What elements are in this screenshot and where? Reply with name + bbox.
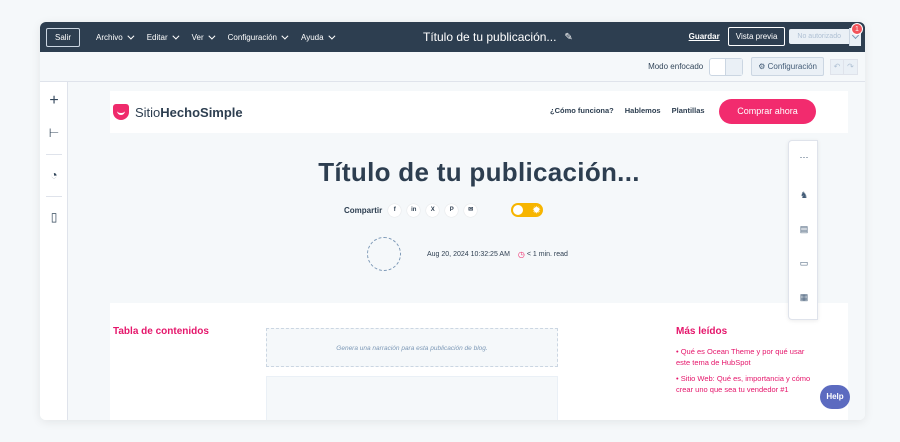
share-bar: Compartir f in X P ✉ ✹ xyxy=(344,203,544,217)
narration-placeholder[interactable]: Genera una narración para esta publicaci… xyxy=(266,328,558,367)
config-button[interactable]: ⚙ Configuración xyxy=(751,57,824,76)
sidebar-divider xyxy=(46,154,62,155)
post-title[interactable]: Título de tu publicación... xyxy=(110,157,848,188)
menu-ayuda[interactable]: Ayuda xyxy=(301,32,335,42)
read-time: < 1 min. read xyxy=(526,251,568,258)
editor-window: Salir Archivo Editar Ver Configuración A… xyxy=(40,22,865,420)
menu-bar: Archivo Editar Ver Configuración Ayuda xyxy=(96,32,348,42)
facebook-icon[interactable]: f xyxy=(388,203,402,217)
menu-editar[interactable]: Editar xyxy=(146,32,180,42)
logo-bold: HechoSimple xyxy=(160,104,243,120)
post-meta: Aug 20, 2024 10:32:25 AM ◷ < 1 min. read xyxy=(427,250,568,259)
editor-canvas: SitioHechoSimple ¿Cómo funciona? Hablemo… xyxy=(68,82,865,420)
theme-toggle[interactable]: ✹ xyxy=(511,203,544,217)
list-item[interactable]: • Sitio Web: Qué es, importancia y cómo … xyxy=(676,373,816,395)
left-sidebar: + ⊢ ◔ ▯ xyxy=(40,82,68,420)
blog-page-preview: SitioHechoSimple ¿Cómo funciona? Hablemo… xyxy=(110,91,848,420)
menu-ver[interactable]: Ver xyxy=(191,32,216,42)
logo-icon xyxy=(113,104,129,120)
toc-title: Tabla de contenidos xyxy=(113,326,209,337)
gear-icon: ⚙ xyxy=(758,62,766,71)
optimize-gauge-icon[interactable]: ◔ xyxy=(47,168,61,182)
site-nav: ¿Cómo funciona? Hablemos Plantillas xyxy=(550,106,716,115)
sun-icon: ✹ xyxy=(532,205,541,215)
help-button[interactable]: Help xyxy=(820,385,850,409)
nav-como-funciona[interactable]: ¿Cómo funciona? xyxy=(550,106,614,115)
share-label: Compartir xyxy=(344,205,383,215)
structure-icon[interactable]: ⊢ xyxy=(47,126,61,140)
most-read-link: Qué es Ocean Theme y por qué usar este t… xyxy=(676,347,805,367)
logo-regular: Sitio xyxy=(135,104,161,120)
post-hero: Título de tu publicación... Compartir f … xyxy=(110,133,848,303)
toggle-knob xyxy=(513,205,524,215)
post-title-field[interactable]: Título de tu publicación... ✎ xyxy=(423,30,573,44)
schedule-icon[interactable]: ▦ xyxy=(798,291,810,303)
notification-badge: 1 xyxy=(851,23,863,35)
page-icon[interactable]: ▯ xyxy=(47,210,61,224)
menu-archivo[interactable]: Archivo xyxy=(96,32,135,42)
post-date: Aug 20, 2024 10:32:25 AM xyxy=(427,251,510,258)
editor-topbar: Salir Archivo Editar Ver Configuración A… xyxy=(40,22,865,52)
redo-icon[interactable]: ↷ xyxy=(844,58,858,75)
chevron-down-icon xyxy=(171,32,180,40)
focus-mode-toggle[interactable] xyxy=(709,57,744,76)
site-logo[interactable]: SitioHechoSimple xyxy=(135,105,243,120)
list-item[interactable]: • Qué es Ocean Theme y por qué usar este… xyxy=(676,346,816,368)
site-header: SitioHechoSimple ¿Cómo funciona? Hablemo… xyxy=(110,91,848,133)
preview-button[interactable]: Vista previa xyxy=(727,27,786,46)
pinterest-icon[interactable]: P xyxy=(445,203,459,217)
focus-mode-label: Modo enfocado xyxy=(648,62,704,71)
post-title-text: Título de tu publicación... xyxy=(423,30,557,44)
exit-button[interactable]: Salir xyxy=(46,27,81,47)
nav-hablemos[interactable]: Hablemos xyxy=(625,106,661,115)
sidebar-divider xyxy=(46,196,62,197)
nav-plantillas[interactable]: Plantillas xyxy=(672,106,705,115)
right-tool-rail: ⋯ ♞ ▤ ▭ ▦ xyxy=(788,140,818,320)
email-icon[interactable]: ✉ xyxy=(464,203,478,217)
pencil-icon[interactable]: ✎ xyxy=(564,32,572,43)
feedback-icon[interactable]: ♞ xyxy=(798,189,810,201)
most-read-list: • Qué es Ocean Theme y por qué usar este… xyxy=(676,346,816,400)
clock-icon: ◷ xyxy=(517,250,525,259)
add-icon[interactable]: + xyxy=(47,93,61,109)
linkedin-icon[interactable]: in xyxy=(407,203,421,217)
menu-label: Configuración xyxy=(227,32,277,42)
calendar-icon[interactable]: ▭ xyxy=(798,257,810,269)
menu-configuracion[interactable]: Configuración xyxy=(227,32,289,42)
menu-label: Ayuda xyxy=(301,32,324,42)
undo-icon[interactable]: ↶ xyxy=(830,58,844,75)
menu-label: Ver xyxy=(191,32,204,42)
author-avatar[interactable] xyxy=(367,237,401,271)
chevron-down-icon xyxy=(208,32,216,40)
most-read-link: Sitio Web: Qué es, importancia y cómo cr… xyxy=(676,374,811,394)
save-button[interactable]: Guardar xyxy=(689,32,720,41)
chat-icon[interactable]: ▤ xyxy=(798,223,810,235)
chevron-down-icon xyxy=(127,32,135,40)
post-body-block[interactable] xyxy=(266,376,558,420)
most-read-title: Más leídos xyxy=(676,326,728,337)
menu-label: Editar xyxy=(146,32,168,42)
topbar-actions: Guardar Vista previa No autorizado 1 xyxy=(689,23,863,46)
buy-now-button[interactable]: Comprar ahora xyxy=(719,99,816,124)
publish-button[interactable]: No autorizado xyxy=(789,29,849,44)
grid-handle-icon[interactable]: ⋯ xyxy=(798,151,810,163)
config-label: Configuración xyxy=(767,62,817,71)
chevron-down-icon xyxy=(281,32,289,40)
chevron-down-icon xyxy=(327,32,335,40)
editor-toolbar: Modo enfocado ⚙ Configuración ↶ ↷ xyxy=(40,52,865,82)
x-twitter-icon[interactable]: X xyxy=(426,203,440,217)
menu-label: Archivo xyxy=(96,32,123,42)
